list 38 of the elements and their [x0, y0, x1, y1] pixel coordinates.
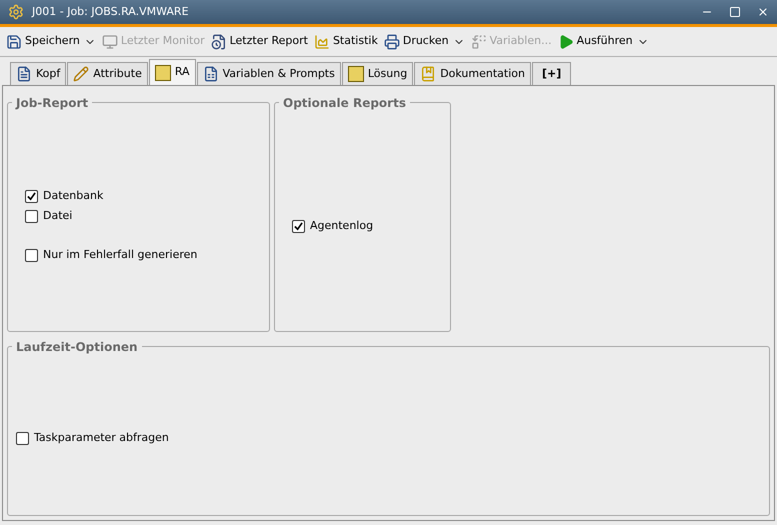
tab[interactable]: Variablen & Prompts [196, 62, 341, 85]
toolbar-button[interactable]: Speichern [6, 33, 80, 50]
tab[interactable]: RA [148, 59, 196, 85]
floppy-icon [6, 34, 22, 50]
document-info-icon [16, 66, 32, 82]
window-title: J001 - Job: JOBS.RA.VMWARE [32, 4, 189, 20]
checkbox-label: Nur im Fehlerfall generieren [43, 246, 198, 263]
tab[interactable]: Kopf [10, 62, 66, 85]
checkbox[interactable] [25, 210, 38, 222]
group-title: Optionale Reports [283, 96, 406, 110]
group-title: Laufzeit-Optionen [16, 340, 138, 354]
checkbox-label: Agentenlog [310, 218, 374, 234]
chart-icon [314, 34, 330, 50]
book-icon [420, 66, 436, 82]
checkbox-label: Datenbank [43, 188, 104, 204]
checkbox[interactable] [16, 432, 29, 444]
toolbar-button[interactable]: Letzter Report [210, 33, 308, 50]
monitor-icon [102, 34, 118, 50]
tab[interactable]: Attribute [67, 62, 148, 85]
toolbar-button[interactable]: Ausführen [558, 33, 633, 50]
checkbox[interactable] [25, 248, 38, 262]
checkbox[interactable] [292, 220, 305, 232]
toolbar-button[interactable]: Drucken [384, 33, 449, 50]
group-title: Job-Report [16, 96, 88, 110]
checkbox-label: Datei [43, 208, 72, 224]
tab[interactable]: Dokumentation [414, 62, 531, 85]
close-icon[interactable] [757, 6, 769, 18]
report-clock-icon [210, 34, 227, 50]
checkbox[interactable] [25, 190, 38, 202]
tab[interactable]: Lösung [342, 62, 414, 85]
printer-icon [384, 34, 400, 50]
tab[interactable]: [+] [532, 62, 572, 85]
checkbox-label: Taskparameter abfragen [34, 430, 169, 446]
toolbar-button[interactable]: Statistik [314, 33, 378, 50]
play-icon [558, 34, 574, 50]
maximize-icon[interactable] [729, 6, 741, 18]
gear-icon [8, 4, 24, 20]
pencil-icon [73, 66, 90, 82]
